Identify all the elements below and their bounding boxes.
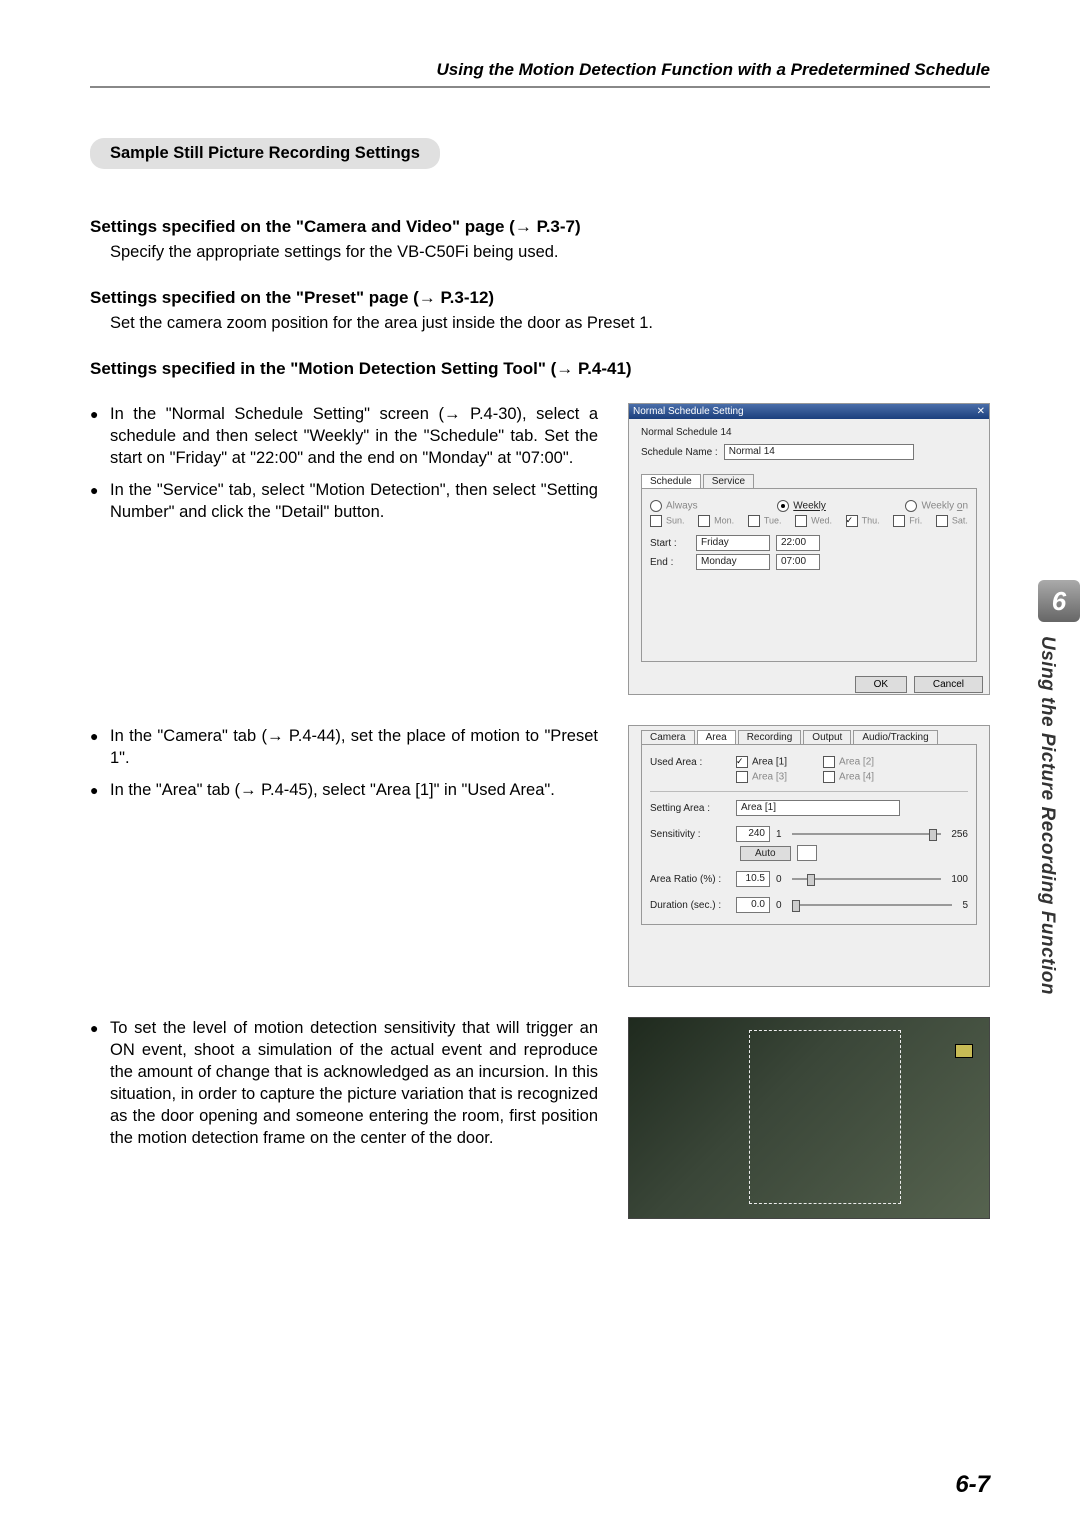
chk-area3[interactable] xyxy=(736,771,748,783)
sec1-body: Specify the appropriate settings for the… xyxy=(110,243,990,262)
used-area-label: Used Area : xyxy=(650,757,730,768)
tab-schedule[interactable]: Schedule xyxy=(641,474,701,488)
tab-service[interactable]: Service xyxy=(703,474,754,488)
tab-camera[interactable]: Camera xyxy=(641,730,695,744)
motion-detection-frame xyxy=(749,1030,901,1204)
tab-audio[interactable]: Audio/Tracking xyxy=(853,730,937,744)
setting-area-label: Setting Area : xyxy=(650,803,730,814)
end-label: End : xyxy=(650,557,690,568)
sec2-body: Set the camera zoom position for the are… xyxy=(110,314,990,333)
section-pill: Sample Still Picture Recording Settings xyxy=(90,138,440,169)
schedule-name-input[interactable]: Normal 14 xyxy=(724,444,914,460)
area-ratio-value[interactable]: 10.5 xyxy=(736,871,770,887)
duration-label: Duration (sec.) : xyxy=(650,900,730,911)
start-time-input[interactable]: 22:00 xyxy=(776,535,820,551)
chk-area4[interactable] xyxy=(823,771,835,783)
sec2-heading: Settings specified on the "Preset" page … xyxy=(90,288,990,308)
schedule-name-label: Schedule Name : xyxy=(641,447,718,458)
page-number: 6-7 xyxy=(955,1471,990,1499)
bullet5: To set the level of motion detection sen… xyxy=(110,1017,598,1149)
tab-area[interactable]: Area xyxy=(697,730,736,744)
ok-button[interactable]: OK xyxy=(855,676,907,693)
sec3-heading: Settings specified in the "Motion Detect… xyxy=(90,359,990,379)
radio-weeklyon[interactable] xyxy=(905,500,917,512)
sensitivity-label: Sensitivity : xyxy=(650,829,730,840)
radio-always[interactable] xyxy=(650,500,662,512)
duration-slider[interactable] xyxy=(792,904,953,906)
cancel-button[interactable]: Cancel xyxy=(914,676,983,693)
end-time-input[interactable]: 07:00 xyxy=(776,554,820,570)
duration-value[interactable]: 0.0 xyxy=(736,897,770,913)
bullet-icon: ● xyxy=(90,479,110,523)
area-dialog-screenshot: Camera Area Recording Output Audio/Track… xyxy=(628,725,990,987)
chk-area1[interactable] xyxy=(736,756,748,768)
bullet1: In the "Normal Schedule Setting" screen … xyxy=(110,403,598,469)
schedule-subtitle: Normal Schedule 14 xyxy=(641,427,977,438)
area-ratio-label: Area Ratio (%) : xyxy=(650,874,730,885)
bullet4: In the "Area" tab (→ P.4-45), select "Ar… xyxy=(110,779,598,801)
bullet-icon: ● xyxy=(90,725,110,769)
bullet-icon: ● xyxy=(90,779,110,801)
tab-recording[interactable]: Recording xyxy=(738,730,802,744)
schedule-dialog-screenshot: Normal Schedule Setting ✕ Normal Schedul… xyxy=(628,403,990,695)
sensitivity-value[interactable]: 240 xyxy=(736,826,770,842)
bullet3: In the "Camera" tab (→ P.4-44), set the … xyxy=(110,725,598,769)
tab-output[interactable]: Output xyxy=(803,730,851,744)
chk-area2[interactable] xyxy=(823,756,835,768)
auto-button[interactable]: Auto xyxy=(740,846,791,861)
bullet2: In the "Service" tab, select "Motion Det… xyxy=(110,479,598,523)
end-day-select[interactable]: Monday xyxy=(696,554,770,570)
camera-preview-screenshot xyxy=(628,1017,990,1219)
area-ratio-slider[interactable] xyxy=(792,878,942,880)
radio-weekly[interactable] xyxy=(777,500,789,512)
chapter-title-vertical: Using the Picture Recording Function xyxy=(1036,636,1058,995)
page-header: Using the Motion Detection Function with… xyxy=(90,60,990,88)
dialog-title: Normal Schedule Setting xyxy=(633,406,744,417)
bullet-icon: ● xyxy=(90,1017,110,1149)
detection-indicator xyxy=(955,1044,973,1058)
start-label: Start : xyxy=(650,538,690,549)
chapter-number-badge: 6 xyxy=(1038,580,1080,622)
bullet-icon: ● xyxy=(90,403,110,469)
sensitivity-slider[interactable] xyxy=(792,833,942,835)
setting-area-select[interactable]: Area [1] xyxy=(736,800,900,816)
close-icon[interactable]: ✕ xyxy=(977,406,985,417)
sec1-heading: Settings specified on the "Camera and Vi… xyxy=(90,217,990,237)
start-day-select[interactable]: Friday xyxy=(696,535,770,551)
